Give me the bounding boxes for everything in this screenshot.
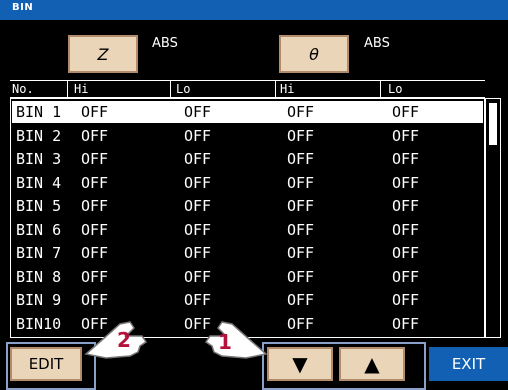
header-divider	[67, 81, 68, 97]
limit-cell: OFF	[81, 267, 109, 286]
limit-cell: OFF	[184, 244, 212, 262]
bin-screen: BIN Z ABS θ ABS No. Hi Lo Hi Lo BIN 1 OFF…	[0, 0, 508, 390]
limit-cell: OFF	[81, 291, 109, 309]
z-parameter-label: Z	[97, 44, 109, 64]
table-row[interactable]: BIN 2 OFF OFF OFF OFF	[12, 125, 483, 147]
header-divider	[275, 81, 276, 97]
limit-cell: OFF	[392, 291, 420, 309]
bin-name-cell: BIN 4	[16, 173, 62, 192]
limit-cell: OFF	[392, 314, 420, 333]
limit-cell: OFF	[287, 314, 315, 333]
screen-title: BIN	[12, 2, 34, 13]
limit-cell: OFF	[81, 126, 109, 145]
theta-mode-label: ABS	[364, 36, 390, 51]
bin-name-cell: BIN 1	[16, 103, 62, 121]
bin-name-cell: BIN 6	[16, 220, 62, 239]
table-row[interactable]: BIN 5 OFF OFF OFF OFF	[12, 195, 483, 217]
limit-cell: OFF	[184, 173, 212, 192]
z-parameter-button[interactable]: Z	[68, 35, 138, 73]
limit-cell: OFF	[184, 126, 212, 145]
column-header-z-hi: Hi	[74, 82, 89, 96]
limit-cell: OFF	[392, 126, 420, 145]
limit-cell: OFF	[81, 197, 109, 215]
table-header: No. Hi Lo Hi Lo	[10, 80, 485, 98]
bin-table: BIN 1 OFF OFF OFF OFF BIN 2 OFF OFF OFF OFF BIN 3 O…	[10, 98, 485, 338]
limit-cell: OFF	[184, 150, 212, 168]
limit-cell: OFF	[392, 150, 420, 168]
exit-button-label: EXIT	[451, 355, 486, 373]
limit-cell: OFF	[184, 197, 212, 215]
limit-cell: OFF	[287, 173, 315, 192]
limit-cell: OFF	[81, 220, 109, 239]
bin-name-cell: BIN 5	[16, 197, 62, 215]
column-header-theta-lo: Lo	[388, 82, 403, 96]
table-row[interactable]: BIN 9 OFF OFF OFF OFF	[12, 289, 483, 311]
column-header-no: No.	[12, 82, 34, 96]
column-header-z-lo: Lo	[176, 82, 191, 96]
limit-cell: OFF	[392, 220, 420, 239]
limit-cell: OFF	[287, 197, 315, 215]
scrollbar-thumb[interactable]	[489, 103, 497, 145]
callout-number-1: 1	[218, 330, 232, 354]
bin-name-cell: BIN 8	[16, 267, 62, 286]
limit-cell: OFF	[287, 220, 315, 239]
limit-cell: OFF	[81, 150, 109, 168]
callout-number-2: 2	[117, 328, 131, 352]
limit-cell: OFF	[184, 291, 212, 309]
limit-cell: OFF	[184, 267, 212, 286]
limit-cell: OFF	[392, 173, 420, 192]
bin-name-cell: BIN10	[16, 314, 62, 333]
theta-parameter-label: θ	[309, 44, 319, 64]
title-bar: BIN	[0, 0, 508, 20]
limit-cell: OFF	[287, 244, 315, 262]
limit-cell: OFF	[184, 103, 212, 121]
limit-cell: OFF	[392, 103, 420, 121]
header-divider	[380, 81, 381, 97]
bin-name-cell: BIN 2	[16, 126, 62, 145]
bin-name-cell: BIN 3	[16, 150, 62, 168]
limit-cell: OFF	[81, 244, 109, 262]
table-scrollbar[interactable]	[485, 98, 501, 338]
table-row[interactable]: BIN 3 OFF OFF OFF OFF	[12, 148, 483, 170]
bin-name-cell: BIN 7	[16, 244, 62, 262]
column-header-theta-hi: Hi	[280, 82, 295, 96]
limit-cell: OFF	[287, 291, 315, 309]
limit-cell: OFF	[184, 220, 212, 239]
limit-cell: OFF	[287, 126, 315, 145]
exit-button[interactable]: EXIT	[429, 347, 508, 381]
table-row[interactable]: BIN 7 OFF OFF OFF OFF	[12, 242, 483, 264]
limit-cell: OFF	[287, 103, 315, 121]
z-mode-label: ABS	[152, 36, 178, 51]
limit-cell: OFF	[392, 267, 420, 286]
table-row[interactable]: BIN 1 OFF OFF OFF OFF	[12, 101, 483, 123]
limit-cell: OFF	[392, 197, 420, 215]
limit-cell: OFF	[81, 103, 109, 121]
table-row[interactable]: BIN 8 OFF OFF OFF OFF	[12, 266, 483, 288]
table-row[interactable]: BIN 4 OFF OFF OFF OFF	[12, 172, 483, 194]
limit-cell: OFF	[287, 267, 315, 286]
pointing-hand-icon	[84, 321, 148, 359]
pointing-hand-icon	[204, 321, 268, 359]
theta-parameter-button[interactable]: θ	[279, 35, 349, 73]
limit-cell: OFF	[392, 244, 420, 262]
limit-cell: OFF	[81, 173, 109, 192]
header-divider	[170, 81, 171, 97]
table-row[interactable]: BIN 6 OFF OFF OFF OFF	[12, 219, 483, 241]
limit-cell: OFF	[287, 150, 315, 168]
bin-name-cell: BIN 9	[16, 291, 62, 309]
